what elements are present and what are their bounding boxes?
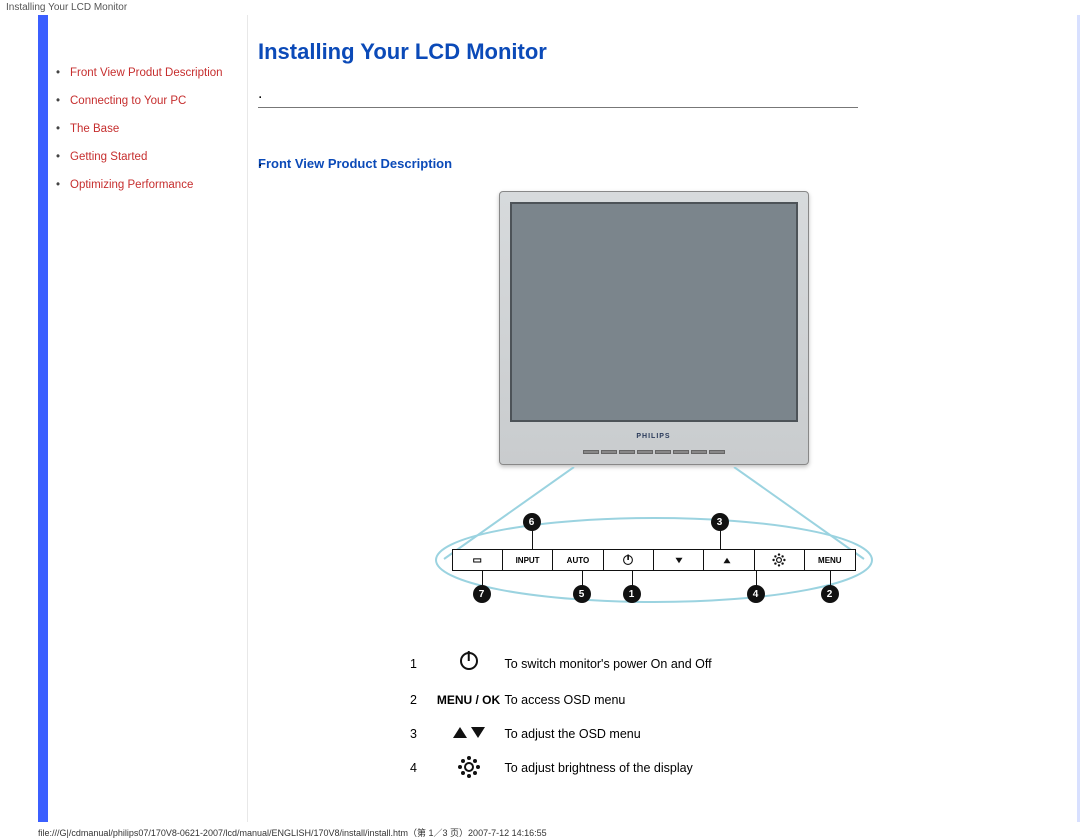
ctrl-btn-power xyxy=(604,550,654,570)
divider xyxy=(258,107,858,108)
legend-row: 1 To switch monitor's power On and Off xyxy=(394,651,914,676)
footer-path: file:///G|/cdmanual/philips07/170V8-0621… xyxy=(0,822,1080,839)
callout-7: 7 xyxy=(473,585,491,603)
monitor-screen xyxy=(510,202,798,422)
ctrl-btn-0: ▭ xyxy=(453,550,503,570)
sidebar-item-connecting[interactable]: Connecting to Your PC xyxy=(56,87,241,115)
legend-text: To adjust brightness of the display xyxy=(504,758,914,778)
monitor-button-row xyxy=(510,450,798,460)
page-frame: Front View Produt Description Connecting… xyxy=(38,15,1080,822)
window-title: Installing Your LCD Monitor xyxy=(0,0,1080,15)
page-title: Installing Your LCD Monitor xyxy=(258,39,1049,65)
sidebar-item-label: Front View Produt Description xyxy=(70,65,223,81)
ctrl-btn-input: INPUT xyxy=(503,550,553,570)
legend-text: To access OSD menu xyxy=(504,690,914,710)
sidebar-item-optimizing[interactable]: Optimizing Performance xyxy=(56,171,241,199)
legend-num: 1 xyxy=(394,651,434,676)
legend-text: To switch monitor's power On and Off xyxy=(504,651,914,676)
monitor-brand-label: PHILIPS xyxy=(510,422,798,450)
legend-row: 2 MENU / OK To access OSD menu xyxy=(394,690,914,710)
main-content: . . Installing Your LCD Monitor Front Vi… xyxy=(248,15,1077,822)
zoom-cone: 6 3 ▭ INPUT AUTO MENU 7 5 xyxy=(424,467,884,607)
ctrl-btn-down xyxy=(654,550,704,570)
callout-4: 4 xyxy=(747,585,765,603)
legend-num: 4 xyxy=(394,758,434,778)
legend-table: 1 To switch monitor's power On and Off 2… xyxy=(394,637,914,792)
sidebar-item-getting-started[interactable]: Getting Started xyxy=(56,143,241,171)
ctrl-btn-auto: AUTO xyxy=(553,550,603,570)
ctrl-btn-up xyxy=(704,550,754,570)
sidebar-item-label: Connecting to Your PC xyxy=(70,93,186,109)
sidebar-nav: Front View Produt Description Connecting… xyxy=(48,15,248,822)
monitor-bezel: PHILIPS xyxy=(499,191,809,465)
legend-row: 4 To adjust brightness of the display xyxy=(394,758,914,778)
legend-row: 3 To adjust the OSD menu xyxy=(394,724,914,744)
section-title: Front View Product Description xyxy=(258,156,1049,171)
legend-num: 2 xyxy=(394,690,434,710)
monitor-diagram: PHILIPS 6 3 ▭ INPUT AUTO xyxy=(424,191,884,607)
legend-num: 3 xyxy=(394,724,434,744)
callout-6: 6 xyxy=(523,513,541,531)
sidebar-item-label: The Base xyxy=(70,121,119,137)
brightness-icon xyxy=(434,758,504,778)
control-strip: ▭ INPUT AUTO MENU xyxy=(452,549,856,571)
sidebar-item-label: Getting Started xyxy=(70,149,147,165)
power-icon xyxy=(434,651,504,676)
menu-icon: MENU / OK xyxy=(434,690,504,710)
callout-2: 2 xyxy=(821,585,839,603)
sidebar-item-base[interactable]: The Base xyxy=(56,115,241,143)
callout-5: 5 xyxy=(573,585,591,603)
ctrl-btn-bright xyxy=(755,550,805,570)
callout-1: 1 xyxy=(623,585,641,603)
sidebar-item-front-view[interactable]: Front View Produt Description xyxy=(56,59,241,87)
ctrl-btn-menu: MENU xyxy=(805,550,854,570)
legend-text: To adjust the OSD menu xyxy=(504,724,914,744)
callout-3: 3 xyxy=(711,513,729,531)
arrows-icon xyxy=(434,724,504,744)
sidebar-item-label: Optimizing Performance xyxy=(70,177,193,193)
